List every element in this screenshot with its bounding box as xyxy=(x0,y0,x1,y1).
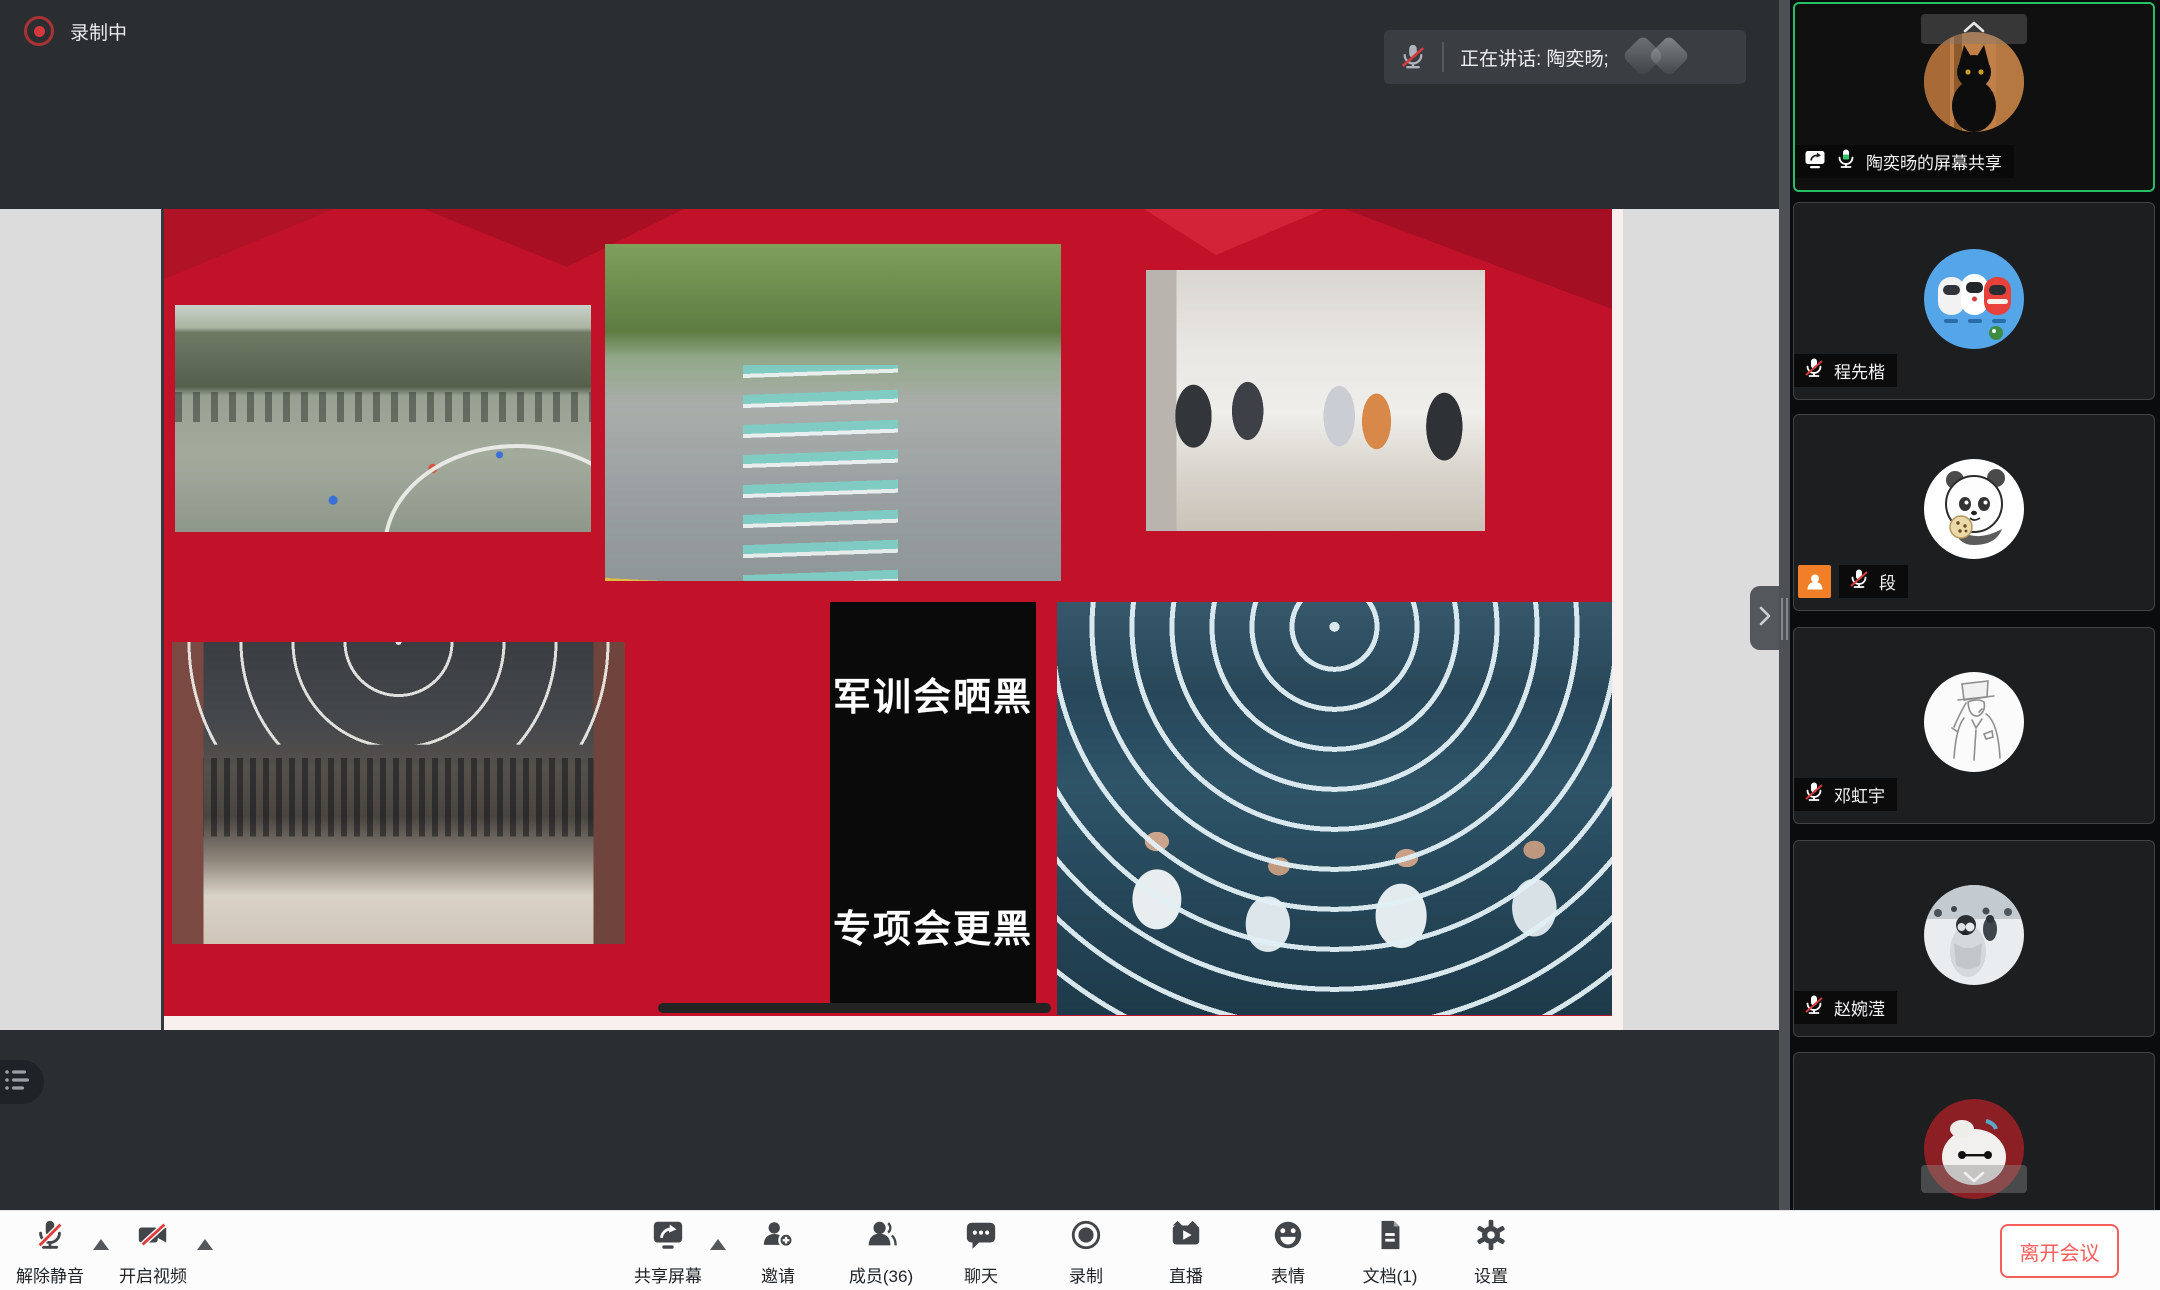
meme-text-panel: 军训会晒黑 专项会更黑 xyxy=(830,602,1036,1005)
participant-name: 程先楷 xyxy=(1834,358,1885,383)
member-badge-icon xyxy=(1798,565,1831,598)
document-icon xyxy=(1373,1218,1407,1257)
chevron-down-icon xyxy=(1962,1170,1986,1189)
panel-resize-divider[interactable] xyxy=(1779,0,1790,1210)
record-button[interactable]: 录制 xyxy=(1031,1218,1141,1287)
photo-bus-selfie xyxy=(1057,602,1612,1015)
participant-tile-sharer[interactable]: 陶奕旸的屏幕共享 xyxy=(1793,2,2155,192)
collapse-tiles-button[interactable] xyxy=(1921,14,2027,44)
chevron-right-icon xyxy=(1757,605,1773,632)
members-button[interactable]: 成员(36) xyxy=(826,1218,936,1287)
participant-name: 段 xyxy=(1879,569,1896,594)
photo-registration-desk xyxy=(1146,270,1485,531)
participant-name: 邓虹宇 xyxy=(1834,782,1885,807)
meeting-toolbar: 解除静音 开启视频 共享屏幕 xyxy=(0,1210,2160,1290)
avatar-cartoon-trains xyxy=(1924,249,2024,349)
share-screen-label: 共享屏幕 xyxy=(634,1262,702,1287)
settings-label: 设置 xyxy=(1474,1262,1508,1287)
participant-name-bar: 陶奕旸的屏幕共享 xyxy=(1795,145,2014,178)
participant-name: 赵婉滢 xyxy=(1834,995,1885,1020)
participants-sidebar: 陶奕旸的屏幕共享 xyxy=(1790,0,2160,1210)
participant-tile[interactable]: 段 xyxy=(1793,414,2155,611)
gear-icon xyxy=(1474,1218,1508,1257)
screen-share-icon xyxy=(1804,148,1826,175)
unmute-label: 解除静音 xyxy=(16,1262,84,1287)
chevron-up-icon xyxy=(1962,20,1986,39)
participant-name-bar: 段 xyxy=(1839,565,1908,598)
scroll-participants-button[interactable] xyxy=(1921,1165,2027,1193)
screen-share-icon xyxy=(650,1218,686,1257)
photo-auditorium xyxy=(172,642,625,944)
embedded-video-progress-bar xyxy=(658,1003,1051,1013)
mic-muted-icon xyxy=(33,1218,67,1257)
emoji-button[interactable]: 表情 xyxy=(1233,1218,1343,1287)
avatar-penguin-chick xyxy=(1924,885,2024,985)
participant-name: 陶奕旸的屏幕共享 xyxy=(1866,149,2002,174)
active-speaker-banner: 正在讲话: 陶奕旸; xyxy=(1384,30,1746,84)
participant-name-bar: 邓虹宇 xyxy=(1794,778,1897,811)
meeting-info-pill[interactable] xyxy=(0,1060,44,1104)
list-icon xyxy=(4,1067,34,1098)
leave-meeting-button[interactable]: 离开会议 xyxy=(2000,1224,2119,1278)
chat-button[interactable]: 聊天 xyxy=(926,1218,1036,1287)
shared-screen-area: 军训会晒黑 专项会更黑 xyxy=(0,209,1779,1030)
person-icon xyxy=(864,1218,898,1257)
mic-muted-icon xyxy=(1803,781,1825,808)
avatar-sketch-tophat-boy xyxy=(1924,672,2024,772)
meeting-app-logo-watermark xyxy=(1620,39,1706,75)
smiley-icon xyxy=(1271,1218,1305,1257)
photo-monkey-meme xyxy=(634,602,830,1005)
docs-label: 文档(1) xyxy=(1363,1262,1418,1287)
participant-tile[interactable] xyxy=(1793,1052,2155,1210)
invite-label: 邀请 xyxy=(761,1262,795,1287)
docs-button[interactable]: 文档(1) xyxy=(1335,1218,1445,1287)
members-label: 成员(36) xyxy=(849,1262,913,1287)
unmute-button[interactable]: 解除静音 xyxy=(0,1218,105,1287)
person-add-icon xyxy=(761,1218,795,1257)
photo-basketball-court xyxy=(175,305,591,532)
recording-dot-icon xyxy=(24,16,54,46)
video-options-arrow[interactable] xyxy=(197,1239,213,1250)
drag-grip-icon xyxy=(1781,598,1788,640)
participant-tile[interactable]: 邓虹宇 xyxy=(1793,627,2155,824)
live-stream-label: 直播 xyxy=(1169,1262,1203,1287)
chat-bubble-icon xyxy=(964,1218,998,1257)
invite-button[interactable]: 邀请 xyxy=(723,1218,833,1287)
start-video-label: 开启视频 xyxy=(119,1262,187,1287)
mic-muted-icon xyxy=(1848,568,1870,595)
meme-caption-bottom: 专项会更黑 xyxy=(830,898,1036,953)
avatar-cartoon-panda xyxy=(1924,459,2024,559)
participant-tile[interactable]: 赵婉滢 xyxy=(1793,840,2155,1037)
live-stream-button[interactable]: 直播 xyxy=(1131,1218,1241,1287)
emoji-label: 表情 xyxy=(1271,1262,1305,1287)
photo-students-walking xyxy=(605,244,1061,581)
recording-label: 录制中 xyxy=(70,18,127,45)
settings-button[interactable]: 设置 xyxy=(1436,1218,1546,1287)
chat-label: 聊天 xyxy=(964,1262,998,1287)
decor-triangle xyxy=(1144,209,1324,255)
live-tv-icon xyxy=(1169,1218,1203,1257)
share-screen-button[interactable]: 共享屏幕 xyxy=(613,1218,723,1287)
record-circle-icon xyxy=(1069,1218,1103,1257)
slide-red-background: 军训会晒黑 专项会更黑 xyxy=(164,209,1612,1016)
meme-caption-top: 军训会晒黑 xyxy=(830,666,1036,721)
active-speaker-text: 正在讲话: 陶奕旸; xyxy=(1460,44,1609,71)
camera-muted-icon xyxy=(136,1218,170,1257)
participant-tile[interactable]: 程先楷 xyxy=(1793,202,2155,400)
start-video-button[interactable]: 开启视频 xyxy=(98,1218,208,1287)
mic-muted-icon xyxy=(1803,994,1825,1021)
presentation-slide: 军训会晒黑 专项会更黑 xyxy=(161,209,1623,1030)
participant-name-bar: 赵婉滢 xyxy=(1794,991,1897,1024)
participant-name-bar: 程先楷 xyxy=(1794,354,1897,387)
recording-indicator: 录制中 xyxy=(24,16,127,46)
record-label: 录制 xyxy=(1069,1262,1103,1287)
divider xyxy=(1442,42,1444,72)
mic-muted-icon xyxy=(1384,43,1442,71)
mic-active-icon xyxy=(1835,148,1857,175)
avatar-black-cat xyxy=(1924,32,2024,132)
sidebar-collapse-handle[interactable] xyxy=(1750,586,1779,650)
decor-triangle xyxy=(164,209,334,279)
mic-muted-icon xyxy=(1803,357,1825,384)
